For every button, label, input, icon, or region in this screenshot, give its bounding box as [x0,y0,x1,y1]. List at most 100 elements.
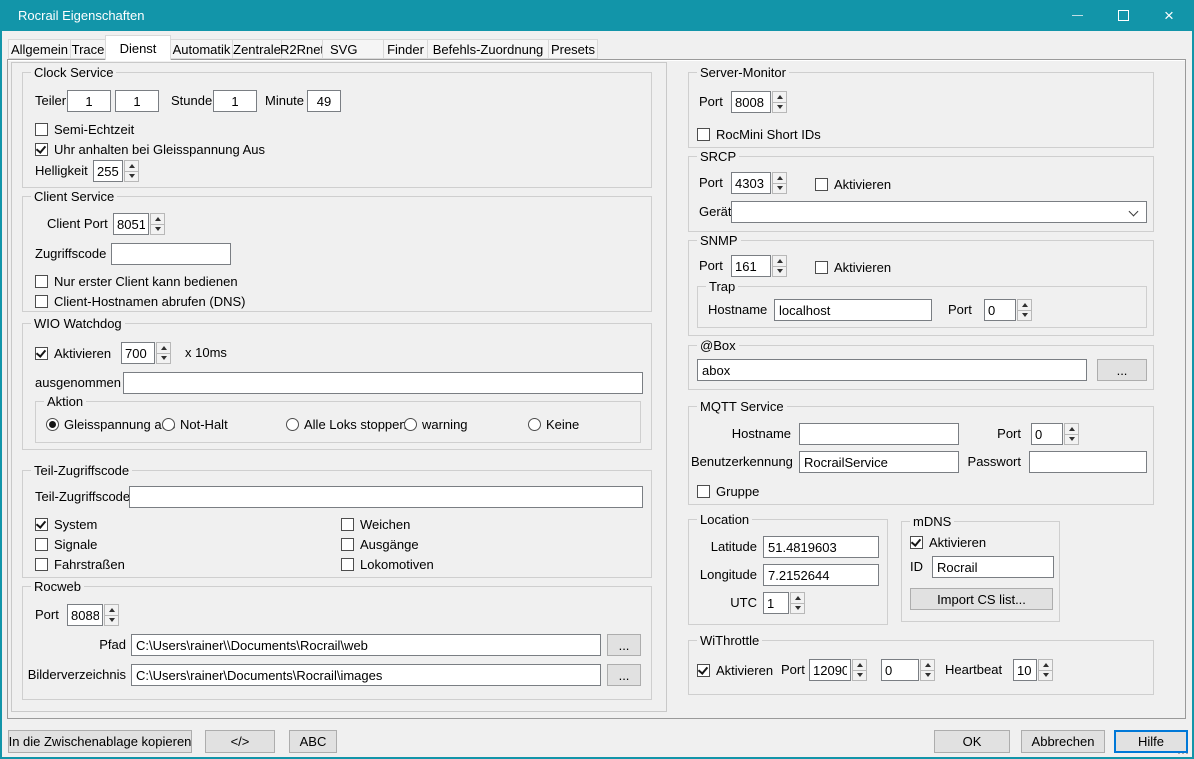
utc-spinner[interactable] [763,592,805,614]
spin-down-button[interactable] [1064,434,1079,446]
heartbeat-spinner[interactable] [1013,659,1053,681]
cancel-button[interactable]: Abbrechen [1021,730,1105,753]
import-cs-list-button[interactable]: Import CS list... [910,588,1053,610]
wio-interval-input[interactable] [121,342,155,364]
checkbox-box[interactable] [35,295,48,308]
spin-down-button[interactable] [852,670,867,682]
snmp-port-spinner[interactable] [731,255,787,277]
helligkeit-spinner[interactable] [93,160,139,182]
radio-keine[interactable]: Keine [528,416,579,432]
spin-down-button[interactable] [150,224,165,236]
client-hostnamen-checkbox[interactable]: Client-Hostnamen abrufen (DNS) [35,293,245,309]
checkbox-box[interactable] [697,664,710,677]
checkbox-box[interactable] [35,123,48,136]
checkbox-box[interactable] [35,518,48,531]
wio-interval-spinner[interactable] [121,342,171,364]
radio-dot[interactable] [404,418,417,431]
mqtt-port-spinner[interactable] [1031,423,1079,445]
wio-aktivieren-checkbox[interactable]: Aktivieren [35,345,111,361]
srcp-aktivieren-checkbox[interactable]: Aktivieren [815,176,891,192]
checkbox-box[interactable] [697,128,710,141]
rocweb-port-input[interactable] [67,604,103,626]
ausgaenge-checkbox[interactable]: Ausgänge [341,536,419,552]
checkbox-box[interactable] [815,178,828,191]
tab-allgemein[interactable]: Allgemein [8,39,71,59]
fahrstrassen-checkbox[interactable]: Fahrstraßen [35,556,125,572]
server-monitor-port-input[interactable] [731,91,771,113]
radio-dot[interactable] [286,418,299,431]
checkbox-box[interactable] [341,558,354,571]
system-checkbox[interactable]: System [35,516,97,532]
copy-to-clipboard-button[interactable]: In die Zwischenablage kopieren [8,730,192,753]
code-view-button[interactable]: </> [205,730,275,753]
rocweb-port-spinner[interactable] [67,604,119,626]
withrottle-port2-spinner[interactable] [881,659,935,681]
nur-erster-client-checkbox[interactable]: Nur erster Client kann bedienen [35,273,238,289]
radio-warning[interactable]: warning [404,416,468,432]
minimize-button[interactable] [1054,0,1100,31]
pfad-browse-button[interactable]: ... [607,634,641,656]
client-port-input[interactable] [113,213,149,235]
tab-befehls-zuordnung[interactable]: Befehls-Zuordnung [427,39,549,59]
bilderverzeichnis-browse-button[interactable]: ... [607,664,641,686]
rocmini-short-ids-checkbox[interactable]: RocMini Short IDs [697,126,821,142]
mdns-id-input[interactable] [932,556,1054,578]
ok-button[interactable]: OK [934,730,1010,753]
abox-browse-button[interactable]: ... [1097,359,1147,381]
radio-alle-loks-stoppen[interactable]: Alle Loks stoppen [286,416,407,432]
signale-checkbox[interactable]: Signale [35,536,97,552]
teiler-input-1[interactable] [67,90,111,112]
help-button[interactable]: Hilfe [1114,730,1188,753]
radio-not-halt[interactable]: Not-Halt [162,416,228,432]
withrottle-port2-input[interactable] [881,659,919,681]
withrottle-aktivieren-checkbox[interactable]: Aktivieren [697,662,773,678]
checkbox-box[interactable] [341,518,354,531]
abc-button[interactable]: ABC [289,730,337,753]
radio-dot[interactable] [46,418,59,431]
mqtt-port-input[interactable] [1031,423,1063,445]
spin-down-button[interactable] [772,266,787,278]
spin-down-button[interactable] [124,171,139,183]
spin-down-button[interactable] [920,670,935,682]
benutzerkennung-input[interactable] [799,451,959,473]
radio-dot[interactable] [162,418,175,431]
tab-dienst[interactable]: Dienst [105,35,171,60]
bilderverzeichnis-input[interactable] [131,664,601,686]
maximize-button[interactable] [1100,0,1146,31]
zugriffscode-input[interactable] [111,243,231,265]
tab-trace[interactable]: Trace [70,39,106,59]
heartbeat-input[interactable] [1013,659,1037,681]
checkbox-box[interactable] [35,558,48,571]
trap-hostname-input[interactable] [774,299,932,321]
spin-down-button[interactable] [772,102,787,114]
mqtt-hostname-input[interactable] [799,423,959,445]
srcp-port-spinner[interactable] [731,172,787,194]
stunde-input[interactable] [213,90,257,112]
uhr-anhalten-checkbox[interactable]: Uhr anhalten bei Gleisspannung Aus [35,141,265,157]
spin-down-button[interactable] [104,615,119,627]
geraet-combobox[interactable] [731,201,1147,223]
tab-automatik[interactable]: Automatik [170,39,233,59]
trap-port-spinner[interactable] [984,299,1032,321]
latitude-input[interactable] [763,536,879,558]
gruppe-checkbox[interactable]: Gruppe [697,483,759,499]
srcp-port-input[interactable] [731,172,771,194]
withrottle-port-spinner[interactable] [809,659,867,681]
abox-input[interactable] [697,359,1087,381]
spin-down-button[interactable] [156,353,171,365]
trap-port-input[interactable] [984,299,1016,321]
mdns-aktivieren-checkbox[interactable]: Aktivieren [910,534,986,550]
passwort-input[interactable] [1029,451,1147,473]
client-port-spinner[interactable] [113,213,165,235]
tab-svg[interactable]: SVG [322,39,384,59]
snmp-aktivieren-checkbox[interactable]: Aktivieren [815,259,891,275]
checkbox-box[interactable] [697,485,710,498]
checkbox-box[interactable] [35,143,48,156]
helligkeit-input[interactable] [93,160,123,182]
checkbox-box[interactable] [815,261,828,274]
snmp-port-input[interactable] [731,255,771,277]
teiler-input-2[interactable] [115,90,159,112]
longitude-input[interactable] [763,564,879,586]
spin-down-button[interactable] [772,183,787,195]
close-button[interactable]: × [1146,0,1192,31]
